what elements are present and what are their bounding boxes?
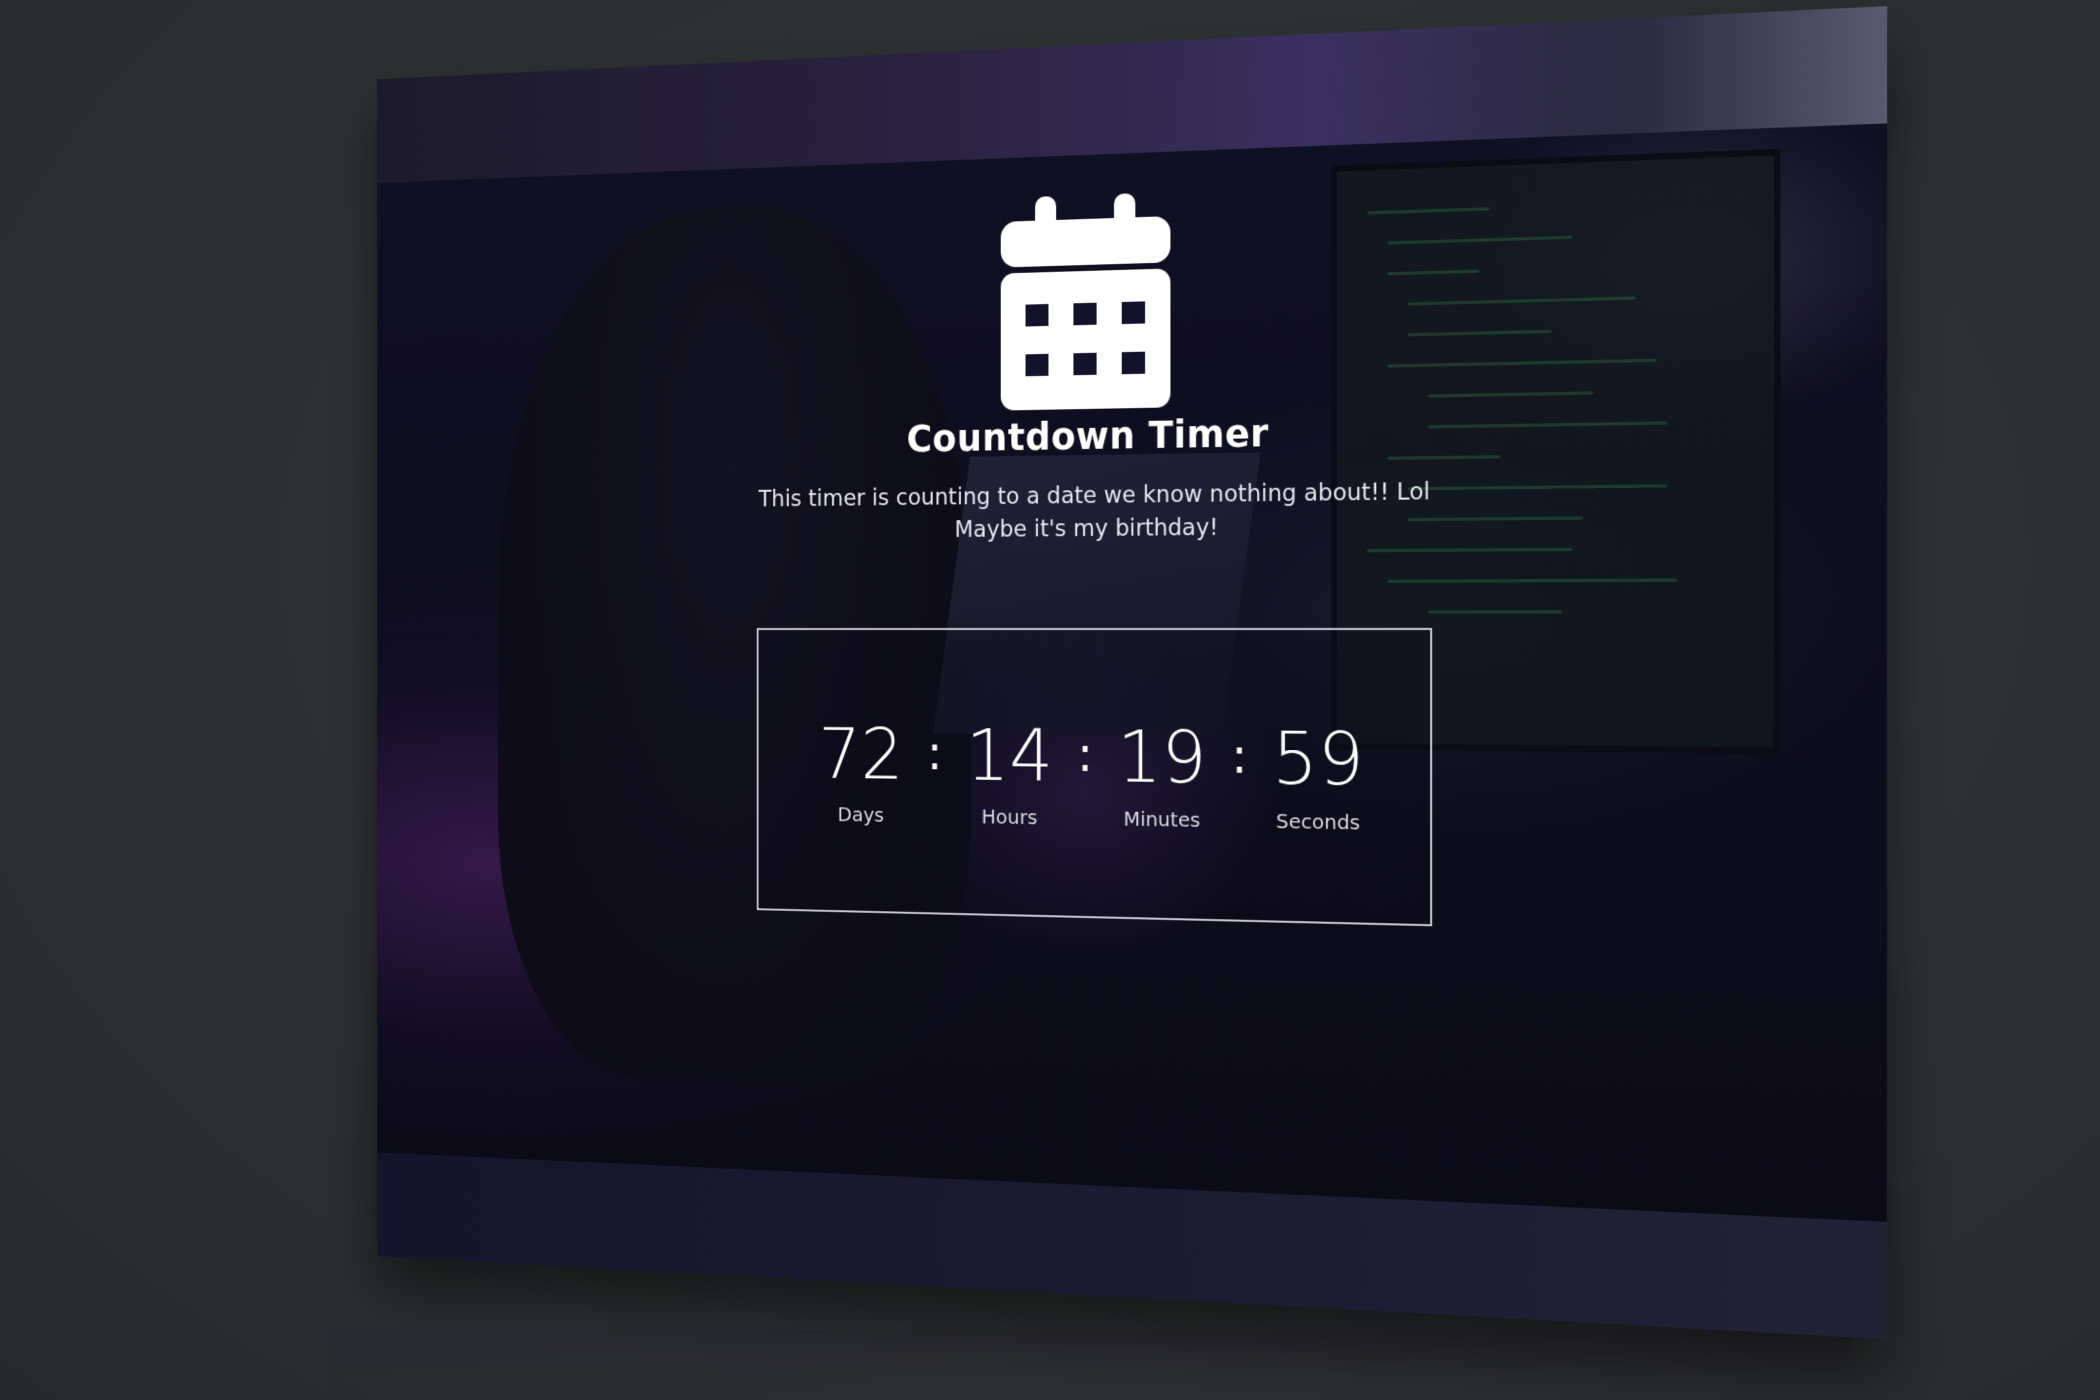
subtitle-line: Maybe it's my birthday! [954,514,1219,543]
timer-minutes: 19 Minutes [1103,714,1220,832]
countdown-content: Countdown Timer This timer is counting t… [377,166,1887,937]
subtitle: This timer is counting to a date we know… [759,476,1431,549]
scene: Countdown Timer This timer is counting t… [0,0,2100,1400]
countdown-timer-box: 72 Days : 14 Hours : 19 Minutes : 59 Sec… [756,627,1433,927]
screen-mockup: Countdown Timer This timer is counting t… [377,6,1888,1340]
calendar-icon [1000,193,1171,411]
seconds-label: Seconds [1275,808,1361,835]
hours-value: 14 [965,713,1054,798]
mockup-stage: Countdown Timer This timer is counting t… [0,0,2100,1400]
hours-label: Hours [981,804,1038,830]
days-label: Days [837,802,884,827]
timer-hours: 14 Hours [952,713,1066,830]
timer-separator: : [1077,726,1093,784]
timer-separator: : [926,725,943,782]
minutes-value: 19 [1117,714,1207,800]
timer-days: 72 Days [805,712,916,827]
timer-separator: : [1231,728,1248,786]
seconds-value: 59 [1272,715,1364,802]
timer-seconds: 59 Seconds [1258,715,1378,835]
minutes-label: Minutes [1123,806,1201,832]
page-title: Countdown Timer [906,411,1269,461]
days-value: 72 [818,712,904,796]
subtitle-line: This timer is counting to a date we know… [758,478,1431,513]
